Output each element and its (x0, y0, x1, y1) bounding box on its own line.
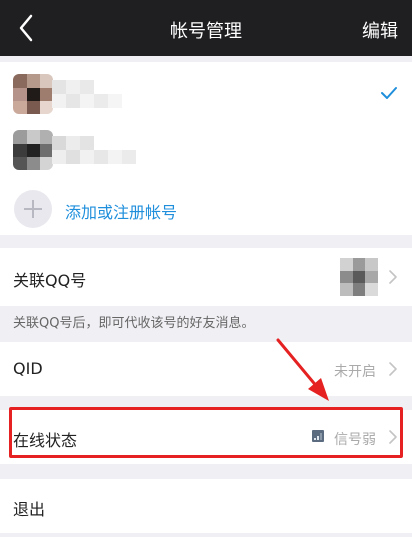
account-item[interactable] (0, 124, 412, 179)
qid-value: 未开启 (334, 364, 376, 380)
check-icon (381, 87, 397, 99)
add-account-button[interactable]: 添加或注册帐号 (0, 183, 412, 233)
chevron-right-icon (389, 270, 397, 284)
avatar (13, 74, 53, 114)
linked-qq-hint: 关联QQ号后，即可代收该号的好友消息。 (13, 316, 255, 331)
highlight-box (9, 407, 403, 458)
accounts-card: 添加或注册帐号 (0, 62, 412, 235)
qid-row[interactable]: QID 未开启 (0, 342, 412, 396)
avatar (13, 130, 53, 170)
plus-icon (14, 190, 52, 228)
qid-label: QID (13, 359, 43, 378)
add-account-label: 添加或注册帐号 (65, 203, 178, 222)
chevron-right-icon (389, 362, 397, 376)
top-nav-bar: 帐号管理 编辑 (0, 0, 412, 56)
linked-qq-label: 关联QQ号 (13, 271, 87, 290)
page-title: 帐号管理 (170, 21, 242, 42)
logout-row[interactable]: 退出 (0, 479, 412, 533)
linked-qq-row[interactable]: 关联QQ号 (0, 248, 412, 306)
account-item-current[interactable] (0, 68, 412, 123)
edit-button[interactable]: 编辑 (362, 17, 398, 43)
logout-label: 退出 (13, 500, 46, 519)
linked-qq-avatar (340, 258, 378, 296)
